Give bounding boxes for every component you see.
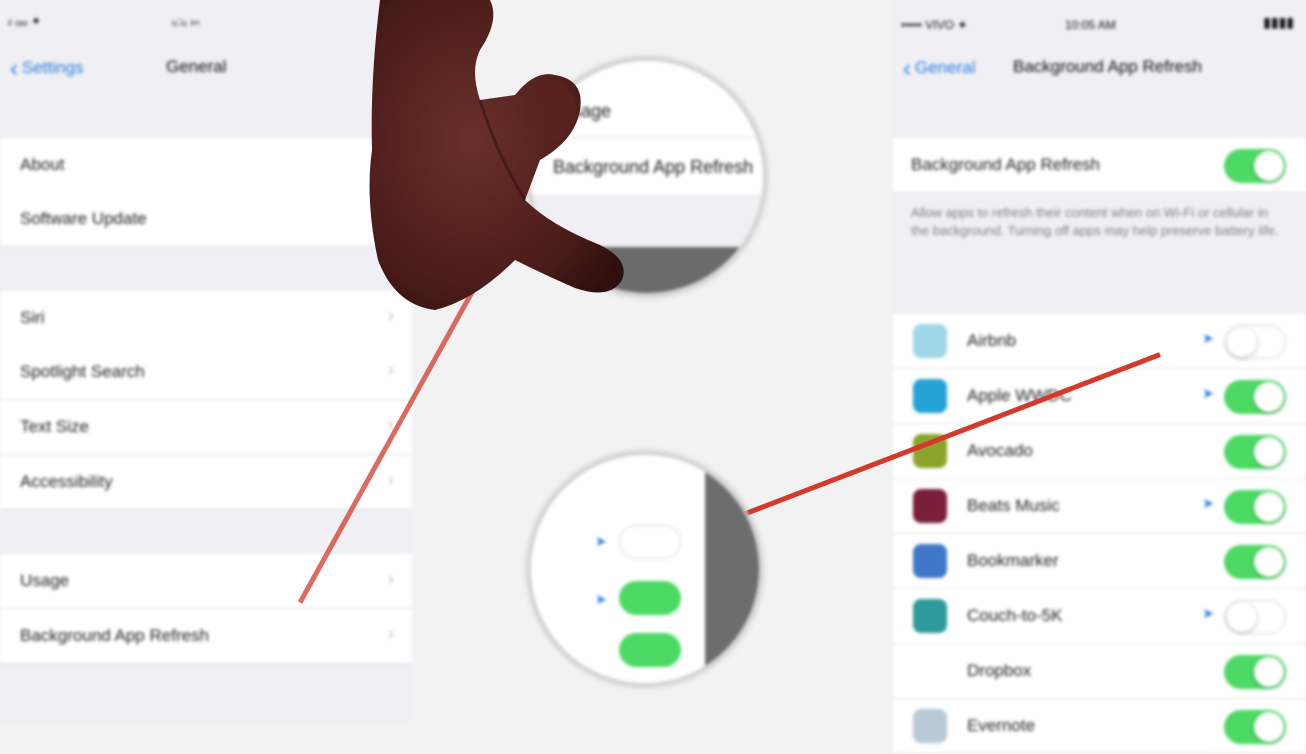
settings-row-label: Spotlight Search bbox=[20, 362, 145, 381]
status-carrier: ᵢₗ ₒₓₓ ✦ bbox=[8, 14, 42, 28]
settings-row-label: Background App Refresh bbox=[20, 626, 210, 645]
app-name: Couch-to-5K bbox=[967, 606, 1063, 625]
app-icon bbox=[913, 324, 947, 358]
app-row[interactable]: Evernote bbox=[893, 699, 1306, 754]
refresh-description: Allow apps to refresh their content when… bbox=[911, 205, 1279, 238]
main-refresh-label: Background App Refresh bbox=[911, 155, 1101, 174]
settings-row[interactable]: Background App Refresh › bbox=[0, 609, 412, 664]
back-button[interactable]: ‹ General bbox=[903, 55, 975, 83]
app-row[interactable]: Bookmarker bbox=[893, 534, 1306, 589]
app-row[interactable]: Beats Music ➤ bbox=[893, 479, 1306, 534]
status-time: ᵢ₁:ᵢ₁ ᵢₘ bbox=[172, 14, 200, 28]
app-refresh-toggle[interactable] bbox=[1224, 380, 1286, 414]
location-arrow-icon: ➤ bbox=[595, 533, 607, 549]
settings-row-label: Siri bbox=[20, 308, 45, 327]
settings-row[interactable]: Accessibility › bbox=[0, 455, 412, 510]
background-refresh-screen: ••••• VIVO ✦ 10:05 AM ▮▮▮▮ ‹ General Back… bbox=[893, 0, 1306, 754]
nav-bar: ‹ Settings General bbox=[0, 40, 412, 90]
settings-row-label: Usage bbox=[20, 571, 70, 590]
app-refresh-toggle[interactable] bbox=[1224, 655, 1286, 689]
status-carrier: ••••• VIVO ✦ bbox=[901, 18, 968, 32]
chevron-right-icon: › bbox=[387, 469, 394, 491]
chevron-left-icon: ‹ bbox=[10, 55, 18, 82]
settings-row-label: Accessibility bbox=[20, 472, 113, 491]
settings-row-label: Software Update bbox=[20, 209, 147, 228]
app-icon bbox=[913, 379, 947, 413]
app-name: Dropbox bbox=[967, 661, 1032, 680]
zoom-toggle-on bbox=[619, 581, 681, 615]
app-icon bbox=[913, 489, 947, 523]
app-name: Evernote bbox=[967, 716, 1036, 735]
main-refresh-toggle[interactable] bbox=[1224, 149, 1286, 183]
app-refresh-toggle[interactable] bbox=[1224, 600, 1286, 634]
chevron-right-icon: › bbox=[387, 359, 394, 381]
back-button[interactable]: ‹ Settings bbox=[10, 55, 83, 83]
app-refresh-toggle[interactable] bbox=[1224, 710, 1286, 744]
settings-row[interactable]: Text Size › bbox=[0, 400, 412, 455]
settings-row-label: Text Size bbox=[20, 417, 89, 436]
app-row[interactable]: Airbnb ➤ bbox=[893, 314, 1306, 369]
chevron-right-icon: › bbox=[387, 623, 394, 645]
zoom-toggle-off bbox=[619, 525, 681, 559]
page-title: General bbox=[166, 57, 227, 76]
app-refresh-toggle[interactable] bbox=[1224, 435, 1286, 469]
settings-row[interactable]: Software Update bbox=[0, 192, 412, 247]
battery-icon: ▮▮▮▮ bbox=[1263, 14, 1294, 30]
magnifier-bottom: ➤ ➤ bbox=[528, 452, 762, 686]
app-name: Beats Music bbox=[967, 496, 1060, 515]
app-name: Airbnb bbox=[967, 331, 1017, 350]
app-row[interactable]: Dropbox bbox=[893, 644, 1306, 699]
app-refresh-toggle[interactable] bbox=[1224, 490, 1286, 524]
app-refresh-toggle[interactable] bbox=[1224, 325, 1286, 359]
app-name: Bookmarker bbox=[967, 551, 1059, 570]
location-arrow-icon: ➤ bbox=[1202, 330, 1214, 346]
app-icon bbox=[913, 599, 947, 633]
general-settings-screen: ᵢₗ ₒₓₓ ✦ ᵢ₁:ᵢ₁ ᵢₘ ‹ Settings General Abou… bbox=[0, 0, 412, 722]
settings-row-label: About bbox=[20, 155, 65, 174]
main-refresh-row[interactable]: Background App Refresh bbox=[893, 138, 1306, 193]
settings-row[interactable]: About bbox=[0, 138, 412, 193]
location-arrow-icon: ➤ bbox=[595, 591, 607, 607]
hand-image bbox=[369, 0, 624, 310]
zoom-toggle-on bbox=[619, 633, 681, 667]
app-icon bbox=[913, 709, 947, 743]
location-arrow-icon: ➤ bbox=[1202, 385, 1214, 401]
settings-row[interactable]: Usage › bbox=[0, 554, 412, 609]
app-icon bbox=[913, 544, 947, 578]
page-title: Background App Refresh bbox=[1013, 57, 1203, 76]
app-row[interactable]: Couch-to-5K ➤ bbox=[893, 589, 1306, 644]
settings-row[interactable]: Siri › bbox=[0, 291, 412, 346]
nav-bar: ‹ General Background App Refresh bbox=[893, 40, 1306, 90]
location-arrow-icon: ➤ bbox=[1202, 605, 1214, 621]
chevron-left-icon: ‹ bbox=[903, 55, 911, 82]
app-icon bbox=[913, 654, 947, 688]
chevron-right-icon: › bbox=[387, 568, 394, 590]
app-refresh-toggle[interactable] bbox=[1224, 545, 1286, 579]
location-arrow-icon: ➤ bbox=[1202, 495, 1214, 511]
status-time: 10:05 AM bbox=[1065, 18, 1116, 32]
settings-row[interactable]: Spotlight Search › bbox=[0, 345, 412, 400]
app-name: Avocado bbox=[967, 441, 1033, 460]
